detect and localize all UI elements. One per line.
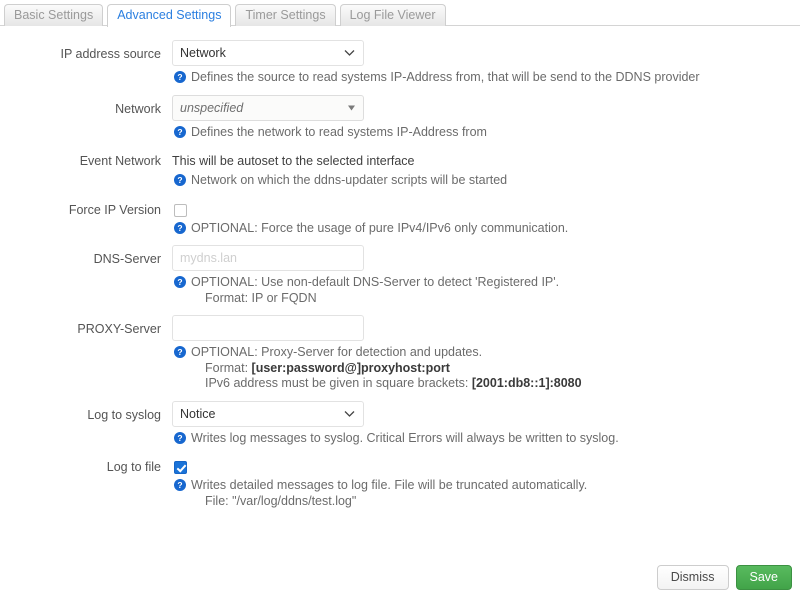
help-line-2: Format: [user:password@]proxyhost:port	[191, 361, 582, 377]
network-select-wrap: unspecified	[172, 94, 364, 121]
help-question-icon: ?	[174, 479, 186, 491]
row-dns-server: DNS-Server ? OPTIONAL: Use non-default D…	[0, 245, 800, 306]
help-line-1: Writes detailed messages to log file. Fi…	[191, 478, 588, 492]
dns-server-input[interactable]	[172, 245, 364, 271]
help-line-3-prefix: IPv6 address must be given in square bra…	[205, 376, 472, 390]
help-question-icon: ?	[174, 276, 186, 288]
row-ip-address-source: IP address source Network ? Defines the …	[0, 40, 800, 86]
help-text: Defines the network to read systems IP-A…	[191, 124, 487, 139]
svg-text:?: ?	[177, 127, 182, 137]
row-force-ip-version: Force IP Version ? OPTIONAL: Force the u…	[0, 198, 800, 237]
label-log-to-file: Log to file	[106, 460, 161, 474]
force-ip-version-checkbox[interactable]	[174, 203, 187, 217]
help-question-icon: ?	[174, 221, 186, 234]
tab-advanced-settings[interactable]: Advanced Settings	[107, 4, 232, 27]
event-network-value: This will be autoset to the selected int…	[172, 154, 415, 168]
log-to-syslog-select-wrap: Notice	[172, 400, 364, 427]
row-proxy-server: PROXY-Server ? OPTIONAL: Proxy-Server fo…	[0, 315, 800, 392]
dialog-footer: Dismiss Save	[0, 558, 800, 596]
help-line-3: IPv6 address must be given in square bra…	[191, 376, 582, 392]
tab-basic-settings[interactable]: Basic Settings	[4, 4, 104, 26]
help-text: Defines the source to read systems IP-Ad…	[191, 70, 700, 84]
help-line-1: OPTIONAL: Proxy-Server for detection and…	[191, 345, 483, 359]
field-log-to-file: ? Writes detailed messages to log file. …	[172, 455, 800, 509]
help-dns-server: ? OPTIONAL: Use non-default DNS-Server t…	[172, 275, 800, 306]
log-to-file-checkbox[interactable]	[174, 461, 187, 474]
label-proxy-server: PROXY-Server	[77, 322, 161, 336]
svg-text:?: ?	[177, 223, 182, 233]
field-force-ip-version: ? OPTIONAL: Force the usage of pure IPv4…	[172, 198, 800, 237]
help-line-2-prefix: Format:	[205, 360, 252, 375]
help-proxy-server: ? OPTIONAL: Proxy-Server for detection a…	[172, 345, 800, 392]
row-event-network: Event Network This will be autoset to th…	[0, 149, 800, 189]
save-button[interactable]: Save	[735, 564, 792, 590]
help-network: ? Defines the network to read systems IP…	[172, 125, 800, 141]
field-ip-address-source: Network ? Defines the source to read sys…	[172, 40, 800, 86]
help-question-icon: ?	[174, 125, 186, 138]
help-line-2-bold: [user:password@]proxyhost:port	[251, 360, 450, 375]
svg-text:?: ?	[177, 480, 182, 490]
field-log-to-syslog: Notice ? Writes log messages to syslog. …	[172, 400, 800, 447]
help-text: OPTIONAL: Proxy-Server for detection and…	[191, 345, 582, 392]
dismiss-button[interactable]: Dismiss	[656, 564, 729, 590]
row-log-to-file: Log to file ? Writes detailed messages t…	[0, 455, 800, 509]
log-to-syslog-select[interactable]: Notice	[172, 400, 364, 427]
svg-text:?: ?	[177, 72, 182, 82]
tab-log-file-viewer[interactable]: Log File Viewer	[339, 4, 446, 26]
ip-address-source-select[interactable]: Network	[172, 40, 364, 66]
label-network: Network	[115, 101, 161, 116]
tab-label: Advanced Settings	[117, 8, 222, 22]
network-select[interactable]: unspecified	[172, 94, 364, 121]
help-line-1: OPTIONAL: Use non-default DNS-Server to …	[191, 275, 560, 289]
help-line-2: Format: IP or FQDN	[205, 290, 317, 305]
help-ip-address-source: ? Defines the source to read systems IP-…	[172, 70, 800, 86]
label-force-ip-version: Force IP Version	[68, 202, 161, 217]
tab-label: Log File Viewer	[349, 8, 436, 22]
label-dns-server: DNS-Server	[93, 252, 161, 266]
help-question-icon: ?	[174, 71, 186, 83]
field-network: unspecified ? Defines the network to rea…	[172, 94, 800, 141]
svg-text:?: ?	[177, 175, 182, 185]
help-event-network: ? Network on which the ddns-updater scri…	[172, 173, 800, 189]
label-ip-address-source: IP address source	[60, 47, 161, 61]
field-event-network: This will be autoset to the selected int…	[172, 149, 800, 189]
help-text: OPTIONAL: Force the usage of pure IPv4/I…	[191, 220, 569, 235]
label-log-to-syslog: Log to syslog	[87, 407, 161, 422]
label-event-network: Event Network	[79, 154, 161, 168]
svg-text:?: ?	[177, 277, 182, 287]
proxy-server-input[interactable]	[172, 315, 364, 341]
field-dns-server: ? OPTIONAL: Use non-default DNS-Server t…	[172, 245, 800, 306]
ip-address-source-select-wrap: Network	[172, 40, 364, 66]
help-question-icon: ?	[174, 174, 186, 186]
svg-text:?: ?	[177, 347, 182, 357]
row-network: Network unspecified ? Defines the networ…	[0, 94, 800, 141]
help-force-ip-version: ? OPTIONAL: Force the usage of pure IPv4…	[172, 221, 800, 237]
help-log-to-file: ? Writes detailed messages to log file. …	[172, 478, 800, 509]
help-text: Writes log messages to syslog. Critical …	[191, 430, 619, 445]
help-line-2: File: "/var/log/ddns/test.log"	[205, 493, 357, 508]
help-text: Network on which the ddns-updater script…	[191, 173, 508, 187]
help-question-icon: ?	[174, 346, 186, 358]
tab-timer-settings[interactable]: Timer Settings	[235, 4, 336, 26]
tab-label: Basic Settings	[14, 8, 94, 22]
help-text: Writes detailed messages to log file. Fi…	[191, 478, 587, 509]
help-question-icon: ?	[174, 431, 186, 444]
row-log-to-syslog: Log to syslog Notice ? Writes log messag…	[0, 400, 800, 447]
field-proxy-server: ? OPTIONAL: Proxy-Server for detection a…	[172, 315, 800, 392]
advanced-settings-form: IP address source Network ? Defines the …	[0, 26, 800, 509]
help-line-3-bold: [2001:db8::1]:8080	[471, 376, 582, 390]
help-text: OPTIONAL: Use non-default DNS-Server to …	[191, 275, 559, 306]
svg-text:?: ?	[177, 433, 182, 443]
help-log-to-syslog: ? Writes log messages to syslog. Critica…	[172, 431, 800, 447]
tab-bar: Basic Settings Advanced Settings Timer S…	[0, 0, 800, 27]
tab-label: Timer Settings	[245, 8, 326, 22]
